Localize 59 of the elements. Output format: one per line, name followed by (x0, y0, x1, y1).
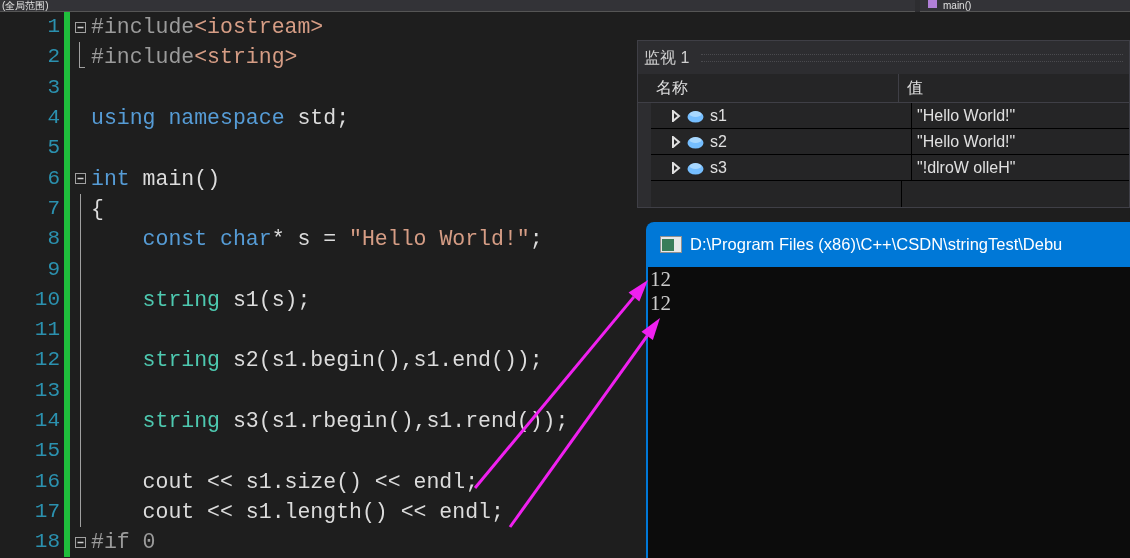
code-line: string s2(s1.begin(),s1.end()); (141, 348, 543, 373)
code-line: int main() (91, 166, 221, 191)
collapse-icon[interactable] (74, 536, 86, 548)
console-output: 12 (650, 267, 672, 291)
console-output: 12 (650, 291, 672, 315)
line-number: 7 (47, 196, 60, 221)
console-title: D:\Program Files (x86)\C++\CSDN\stringTest\Debu (690, 234, 1063, 256)
column-header[interactable]: 值 (898, 74, 1129, 102)
code-line: using namespace std; (91, 106, 350, 131)
line-number: 5 (47, 136, 60, 161)
function-dropdown[interactable]: main() (920, 0, 1130, 12)
variable-name: s1 (710, 105, 727, 126)
line-number: 8 (47, 227, 60, 252)
line-number: 16 (34, 469, 60, 494)
panel-title: 监视 1 (644, 47, 690, 68)
line-number: 12 (34, 348, 60, 373)
variable-value: "!dlroW olleH" (911, 155, 1129, 180)
column-header[interactable]: 名称 (648, 74, 898, 102)
collapsed-icon[interactable] (671, 109, 681, 122)
line-number: 6 (47, 166, 60, 191)
line-number: 4 (47, 106, 60, 131)
line-number: 13 (34, 378, 60, 403)
variable-value: "Hello World!" (911, 129, 1129, 154)
line-number: 2 (47, 45, 60, 70)
line-number: 10 (34, 287, 60, 312)
collapsed-icon[interactable] (671, 161, 681, 174)
cube-icon (928, 0, 937, 8)
watch-row[interactable]: s1 "Hello World!" (651, 103, 1129, 129)
variable-icon (687, 134, 704, 149)
variable-value: "Hello World!" (911, 103, 1129, 128)
code-line: #include<iostream> (91, 15, 324, 40)
line-number: 18 (34, 530, 60, 555)
watch-row[interactable]: s2 "Hello World!" (651, 129, 1129, 155)
grip-handle[interactable] (701, 53, 1123, 62)
line-number: 15 (34, 439, 60, 464)
line-number: 14 (34, 409, 60, 433)
line-number: 3 (47, 75, 60, 100)
variable-icon (687, 160, 704, 175)
line-number: 17 (34, 499, 60, 524)
code-line: cout << s1.length() << endl; (141, 499, 504, 524)
line-number: 11 (34, 318, 60, 343)
code-line: const char* s = "Hello World!"; (141, 227, 543, 252)
variable-name: s3 (710, 157, 727, 178)
variable-icon (687, 108, 704, 123)
code-line: #include<string> (91, 45, 298, 70)
collapse-icon[interactable] (74, 173, 86, 185)
collapse-icon[interactable] (74, 21, 86, 33)
code-line: cout << s1.size() << endl; (141, 469, 479, 494)
code-line: string s1(s); (141, 287, 311, 312)
variable-name: s2 (710, 131, 727, 152)
collapsed-icon[interactable] (671, 135, 681, 148)
line-number: 9 (47, 257, 60, 282)
watch-row[interactable]: s3 "!dlroW olleH" (651, 155, 1129, 181)
function-name: main() (943, 0, 972, 11)
console-icon (660, 236, 682, 253)
line-number: 1 (47, 15, 60, 40)
scope-dropdown[interactable]: (全局范围) (0, 0, 915, 12)
code-line: #if 0 (91, 530, 156, 555)
code-line: { (91, 196, 104, 221)
